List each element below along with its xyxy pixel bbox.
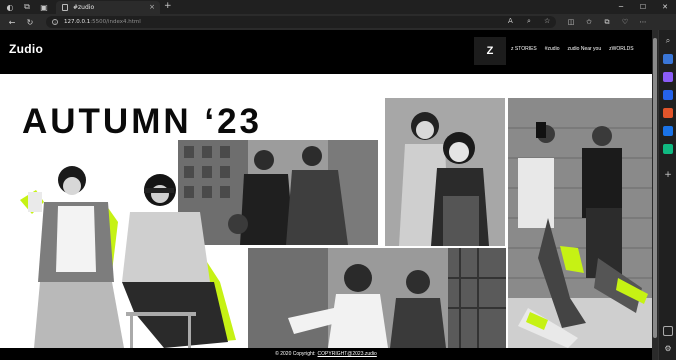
address-host: 127.0.0.1	[64, 19, 91, 25]
nav-link-zudio[interactable]: #zudio	[545, 46, 560, 52]
settings-gear-icon[interactable]: ⚙	[663, 344, 673, 354]
browser-window: ◐ ⧉ ▣ #zudio × + ─ ☐ ✕ ← ↻ i 127.0.0.1:5…	[0, 0, 676, 360]
hero-photo-bottom	[248, 248, 506, 348]
site-header: Zudio Z z STORIES #zudio zudio Near you …	[0, 30, 652, 74]
tab-strip: ◐ ⧉ ▣ #zudio × + ─ ☐ ✕	[0, 0, 676, 14]
hero-title: AUTUMN ‘23	[22, 102, 263, 141]
tab-title: #zudio	[73, 4, 95, 11]
zudio-logo[interactable]: Zudio	[9, 42, 43, 56]
info-icon[interactable]: i	[52, 19, 58, 25]
page-scrollbar[interactable]	[652, 30, 658, 360]
copyright-link[interactable]: COPYRIGHT@2023.zudio	[318, 351, 377, 357]
main-nav: z STORIES #zudio zudio Near you zWORLDS	[511, 46, 634, 52]
back-arrow-icon[interactable]: ←	[6, 16, 18, 28]
tools-icon[interactable]	[663, 72, 673, 82]
read-aloud-icon[interactable]: A	[508, 17, 513, 25]
toolbar: ← ↻ i 127.0.0.1:5500/index4.html A ⌕ ☆ ◫…	[0, 14, 676, 30]
tab-zudio[interactable]: #zudio ×	[56, 1, 160, 14]
sidebar-layout-icon[interactable]	[663, 326, 673, 336]
edge-sidebar: ⌕ + ⚙	[658, 30, 676, 360]
refresh-icon[interactable]: ↻	[24, 16, 36, 28]
close-tab-icon[interactable]: ×	[149, 3, 155, 11]
hero-models-cutout	[14, 162, 250, 348]
split-screen-icon[interactable]: ◫	[565, 16, 577, 28]
favorites-icon[interactable]: ✩	[583, 16, 595, 28]
shopping-icon[interactable]	[663, 54, 673, 64]
search-icon[interactable]: ⌕	[663, 36, 673, 46]
designer-icon[interactable]	[663, 144, 673, 154]
close-window-button[interactable]: ✕	[654, 0, 676, 14]
favorite-star-icon[interactable]: ☆	[544, 17, 550, 25]
more-menu-icon[interactable]: ⋯	[637, 16, 649, 28]
nav-link-near-you[interactable]: zudio Near you	[567, 46, 601, 52]
nav-link-zworlds[interactable]: zWORLDS	[609, 46, 633, 52]
tab-actions-icon[interactable]: ▣	[37, 0, 51, 14]
profile-icon[interactable]: ◐	[3, 0, 17, 14]
address-bar[interactable]: i 127.0.0.1:5500/index4.html	[46, 16, 556, 28]
hero-photo-right	[508, 98, 652, 348]
window-controls: ─ ☐ ✕	[610, 0, 676, 14]
add-sidebar-icon[interactable]: +	[663, 170, 673, 180]
office-icon[interactable]	[663, 108, 673, 118]
site-footer: © 2020 Copyright: COPYRIGHT@2023.zudio	[0, 348, 652, 360]
page-icon	[62, 4, 68, 11]
z-logo-mark[interactable]: Z	[474, 37, 506, 65]
new-tab-button[interactable]: +	[164, 1, 172, 11]
collections-icon[interactable]: ⧉	[601, 16, 613, 28]
workspaces-icon[interactable]: ⧉	[20, 0, 34, 14]
scrollbar-thumb[interactable]	[653, 38, 657, 338]
games-icon[interactable]	[663, 90, 673, 100]
browser-essentials-icon[interactable]: ♡	[619, 16, 631, 28]
copyright-text: © 2020 Copyright:	[275, 351, 316, 357]
minimize-button[interactable]: ─	[610, 0, 632, 14]
outlook-icon[interactable]	[663, 126, 673, 136]
maximize-button[interactable]: ☐	[632, 0, 654, 14]
address-path: :5500/index4.html	[90, 19, 141, 25]
hero-photo-portrait	[385, 98, 505, 246]
web-page: Zudio Z z STORIES #zudio zudio Near you …	[0, 30, 658, 360]
nav-link-stories[interactable]: z STORIES	[511, 46, 537, 52]
zoom-icon[interactable]: ⌕	[527, 17, 531, 26]
